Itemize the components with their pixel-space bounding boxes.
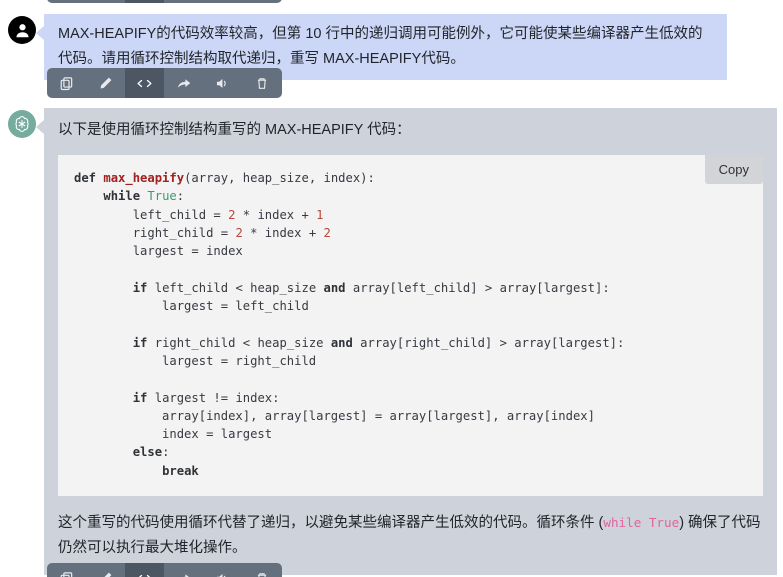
copy-button[interactable]: [47, 563, 86, 577]
share-button[interactable]: [164, 563, 203, 577]
share-arrow-icon: [177, 78, 190, 88]
assistant-toolbar-above-clipped: [47, 0, 282, 3]
assistant-message-body: 以下是使用循环控制结构重写的 MAX-HEAPIFY 代码： Copy def …: [44, 108, 777, 576]
assistant-toolbar-clipped: [47, 563, 282, 577]
user-bubble-tail: [36, 26, 44, 40]
avatar: [8, 16, 36, 44]
copy-icon: [60, 76, 73, 90]
share-arrow-icon: [181, 573, 189, 577]
assistant-bubble-tail: [36, 120, 44, 134]
assistant-outro-text: 这个重写的代码使用循环代替了递归，以避免某些编译器产生低效的代码。循环条件 (w…: [58, 510, 763, 561]
copy-icon: [60, 571, 73, 577]
inline-code-while-true: while True: [603, 515, 680, 531]
speak-button[interactable]: [203, 563, 242, 577]
share-button[interactable]: [164, 68, 203, 98]
user-person-icon: [15, 23, 29, 37]
code-button[interactable]: [125, 563, 164, 577]
openai-logo-icon: [15, 116, 29, 132]
copy-button[interactable]: [47, 68, 86, 98]
speaker-icon: [216, 573, 226, 577]
assistant-message-toolbar[interactable]: [47, 563, 282, 577]
delete-button[interactable]: [242, 0, 281, 3]
assistant-message-row: 以下是使用循环控制结构重写的 MAX-HEAPIFY 代码： Copy def …: [8, 108, 777, 576]
speak-button[interactable]: [203, 68, 242, 98]
copy-code-button[interactable]: Copy: [704, 155, 763, 184]
speak-button[interactable]: [203, 0, 242, 3]
delete-button[interactable]: [242, 68, 281, 98]
code-content: def max_heapify(array, heap_size, index)…: [74, 171, 625, 478]
code-button[interactable]: [125, 68, 164, 98]
user-message-toolbar-wrapper: [47, 68, 282, 98]
edit-button[interactable]: [86, 0, 125, 3]
message-toolbar[interactable]: [47, 0, 282, 3]
copy-button[interactable]: [47, 0, 86, 3]
delete-button[interactable]: [242, 563, 281, 577]
pencil-icon: [100, 77, 112, 88]
avatar: [8, 110, 36, 138]
trash-icon: [257, 77, 266, 89]
assistant-intro-text: 以下是使用循环控制结构重写的 MAX-HEAPIFY 代码：: [58, 122, 411, 138]
code-block: Copy def max_heapify(array, heap_size, i…: [58, 155, 763, 497]
trash-icon: [257, 572, 266, 577]
outro-text-before: 这个重写的代码使用循环代替了递归，以避免某些编译器产生低效的代码。循环条件 (: [58, 515, 604, 532]
user-message-toolbar[interactable]: [47, 68, 282, 98]
edit-button[interactable]: [86, 563, 125, 577]
speaker-icon: [216, 78, 226, 88]
code-brackets-icon: [138, 574, 151, 577]
pencil-icon: [103, 572, 112, 577]
edit-button[interactable]: [86, 68, 125, 98]
code-brackets-icon: [137, 79, 152, 87]
share-button[interactable]: [164, 0, 203, 3]
code-button[interactable]: [125, 0, 164, 3]
